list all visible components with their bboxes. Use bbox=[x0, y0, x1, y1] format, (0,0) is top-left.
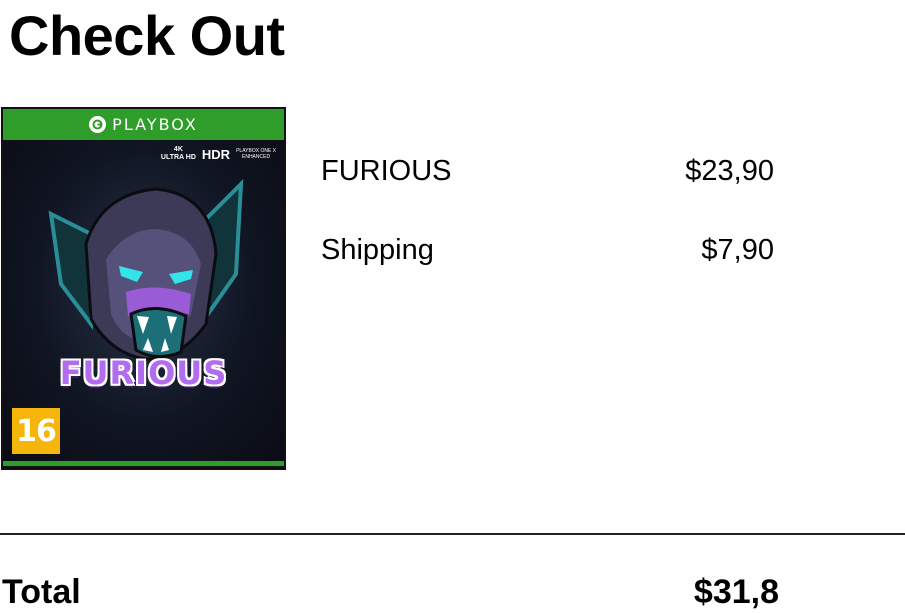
cover-format-badges: 4K ULTRA HD HDR PLAYBOX ONE X ENHANCED bbox=[161, 146, 276, 162]
total-value: $31,8 bbox=[693, 573, 779, 611]
summary-divider bbox=[0, 533, 905, 535]
line-item-label: Shipping bbox=[321, 234, 434, 266]
gorilla-mascot-icon bbox=[48, 178, 244, 361]
total-row: Total $31,8 bbox=[2, 572, 779, 612]
cover-art: 4K ULTRA HD HDR PLAYBOX ONE X ENHANCED FUR… bbox=[3, 140, 284, 466]
brand-name: PLAYBOX bbox=[112, 115, 198, 134]
line-item-product: FURIOUS $23,90 bbox=[321, 154, 774, 188]
line-item-shipping: Shipping $7,90 bbox=[321, 233, 774, 267]
line-item-price: $7,90 bbox=[701, 234, 774, 266]
cover-bottom-band bbox=[3, 461, 284, 466]
cover-top-band: PLAYBOX bbox=[3, 109, 284, 140]
page-title: Check Out bbox=[9, 4, 285, 67]
badge-hdr: HDR bbox=[201, 146, 231, 162]
line-item-label: FURIOUS bbox=[321, 155, 452, 187]
line-item-price: $23,90 bbox=[685, 155, 774, 187]
age-rating-badge: 16 bbox=[12, 408, 60, 454]
badge-4k: 4K ULTRA HD bbox=[160, 146, 196, 161]
badge-enhanced: PLAYBOX ONE X ENHANCED bbox=[236, 148, 276, 160]
product-cover-image: PLAYBOX 4K ULTRA HD HDR PLAYBOX ONE X ENHA… bbox=[1, 107, 286, 470]
cover-game-title: FURIOUS bbox=[59, 354, 228, 392]
total-label: Total bbox=[2, 573, 81, 611]
brand-logo-icon bbox=[89, 116, 107, 133]
